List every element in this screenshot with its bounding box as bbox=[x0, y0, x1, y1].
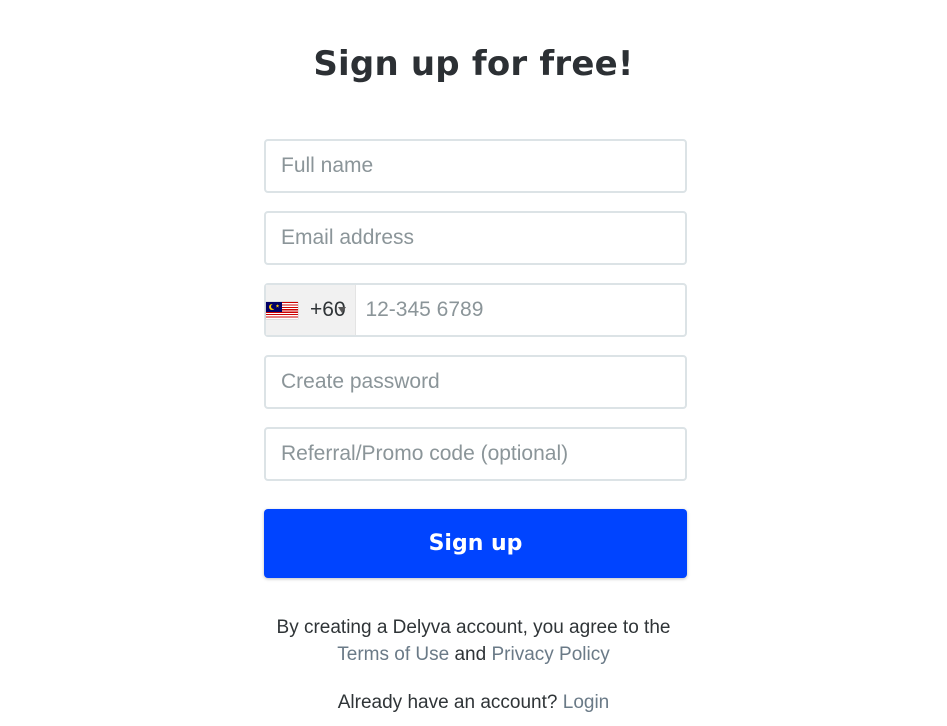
terms-of-use-link[interactable]: Terms of Use bbox=[337, 644, 449, 665]
agreement-text: By creating a Delyva account, you agree … bbox=[276, 617, 671, 638]
login-link[interactable]: Login bbox=[563, 692, 610, 713]
sign-up-button[interactable]: Sign up bbox=[264, 509, 687, 578]
terms-agreement: By creating a Delyva account, you agree … bbox=[0, 614, 947, 668]
chevron-down-icon bbox=[338, 307, 347, 313]
password-input[interactable] bbox=[266, 357, 685, 407]
country-code-selector[interactable]: +60 bbox=[266, 285, 357, 335]
signup-form: +60 Sign up bbox=[264, 139, 687, 578]
email-field bbox=[264, 211, 687, 265]
agreement-conjunction: and bbox=[454, 644, 487, 665]
privacy-policy-link[interactable]: Privacy Policy bbox=[491, 644, 609, 665]
page-title: Sign up for free! bbox=[313, 44, 634, 84]
full-name-input[interactable] bbox=[266, 141, 685, 191]
promo-code-input[interactable] bbox=[266, 429, 685, 479]
full-name-field bbox=[264, 139, 687, 193]
login-prompt: Already have an account? Login bbox=[0, 689, 947, 716]
email-input[interactable] bbox=[266, 213, 685, 263]
login-prompt-text: Already have an account? bbox=[337, 692, 558, 713]
password-field bbox=[264, 355, 687, 409]
signup-page: Sign up for free! +60 bbox=[0, 0, 947, 726]
phone-field: +60 bbox=[264, 283, 687, 337]
malaysia-flag-icon bbox=[266, 301, 298, 319]
promo-code-field bbox=[264, 427, 687, 481]
phone-input[interactable] bbox=[356, 285, 685, 335]
